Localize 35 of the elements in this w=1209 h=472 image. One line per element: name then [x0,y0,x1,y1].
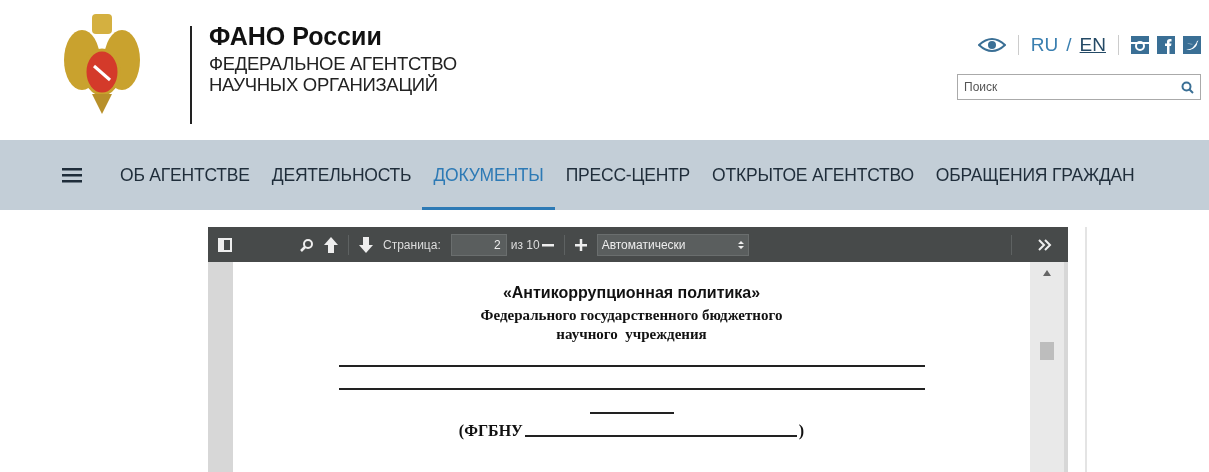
language-link[interactable]: RU [1030,34,1059,56]
scrollbar-thumb[interactable] [1040,342,1054,360]
organization-label: (ФГБНУ [458,422,523,440]
nav-tab[interactable]: ПРЕСС-ЦЕНТР [554,140,702,210]
zoom-in-icon[interactable] [574,238,587,251]
camera-icon[interactable] [1131,36,1149,54]
nav-tab[interactable]: ОТКРЫТОЕ АГЕНТСТВО [701,140,925,210]
site-title: ФАНО России [209,22,383,51]
document-title: «Антикоррупционная политика» [502,284,761,302]
document-subtitle: Федерального государственного бюджетного [480,306,783,325]
up-arrow-icon[interactable] [324,236,338,253]
page-number-field[interactable]: 2 [450,233,507,256]
nav-tab[interactable]: ОБРАЩЕНИЯ ГРАЖДАН [924,140,1146,210]
down-arrow-icon[interactable] [359,236,373,253]
scroll-up-icon[interactable] [1043,270,1051,276]
document-subtitle: научного учреждения [556,325,707,344]
page-label: Страница: [383,237,441,252]
search-icon[interactable] [300,237,314,252]
double-chevron-icon[interactable] [1038,238,1052,251]
facebook-icon[interactable] [1157,36,1175,54]
page-total: из 10 [510,237,540,252]
nav-tab[interactable]: ДЕЯТЕЛЬНОСТЬ [260,140,423,210]
nav-tab[interactable]: ОБ АГЕНТСТВЕ [109,140,261,210]
closing-parenthesis: ) [798,422,805,440]
menu-icon[interactable] [62,167,82,183]
search-field[interactable]: Поиск [957,74,1201,100]
site-subtitle: НАУЧНЫХ ОРГАНИЗАЦИЙ [209,74,439,95]
sidebar-toggle-icon[interactable] [218,237,232,252]
up-down-arrows-icon [737,239,744,250]
site-subtitle: ФЕДЕРАЛЬНОЕ АГЕНТСТВО [209,53,457,74]
eye-icon[interactable] [977,37,1006,53]
language-link[interactable]: EN [1079,34,1106,56]
zoom-select[interactable]: Автоматически [596,233,749,256]
search-icon[interactable] [1181,81,1194,94]
language-separator: / [1066,34,1072,56]
